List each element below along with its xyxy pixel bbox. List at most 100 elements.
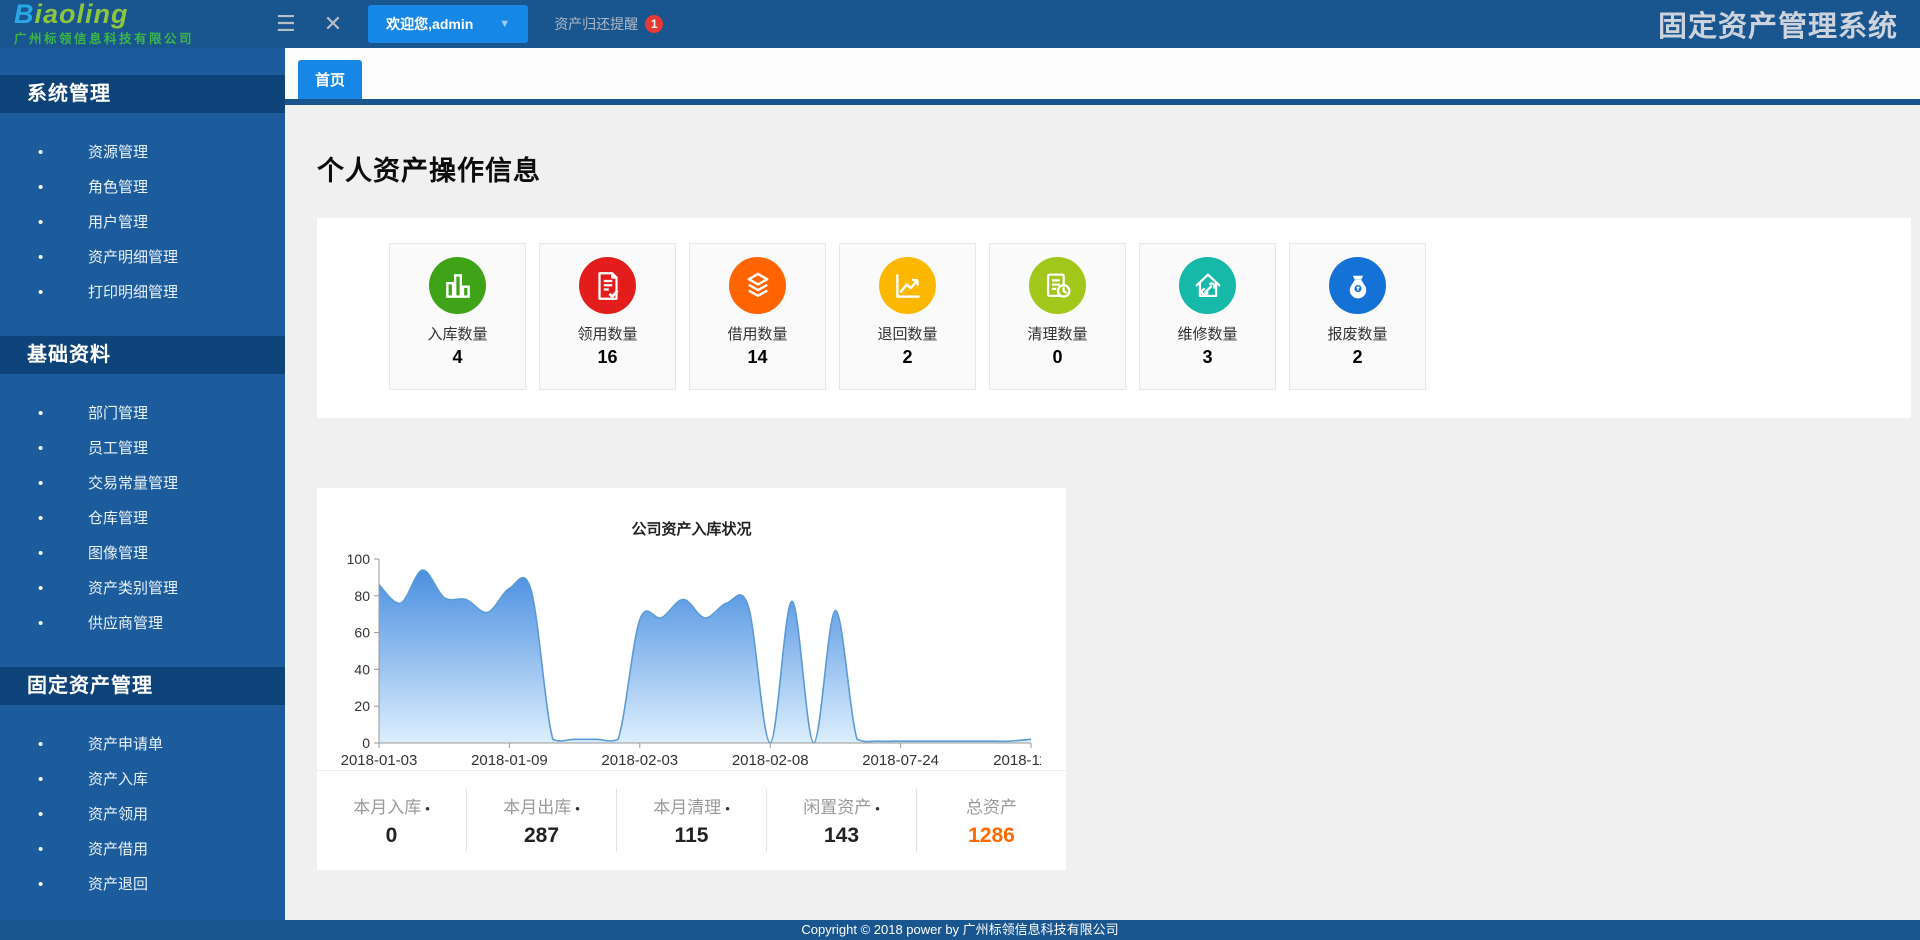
tab-home[interactable]: 首页 [298, 60, 362, 99]
bullet-icon: • [38, 727, 46, 762]
stat-card-入库数量[interactable]: 入库数量 4 [389, 243, 526, 390]
sidebar-item-资产领用[interactable]: •资产领用 [0, 797, 285, 832]
chevron-down-icon: ▼ [499, 18, 510, 30]
stat-card-value: 2 [1290, 347, 1425, 368]
stat-card-退回数量[interactable]: 退回数量 2 [839, 243, 976, 390]
stat-card-label: 借用数量 [690, 323, 825, 344]
stat-card-value: 16 [540, 347, 675, 368]
dot-icon: • [725, 801, 730, 816]
bullet-icon: • [38, 205, 46, 240]
bullet-icon: • [38, 431, 46, 466]
sidebar-item-员工管理[interactable]: •员工管理 [0, 431, 285, 466]
chart-panel: 公司资产入库状况 0204060801002018-01-032018-01-0… [317, 488, 1066, 870]
sidebar-section-items: •资源管理•角色管理•用户管理•资产明细管理•打印明细管理 [0, 113, 285, 336]
stat-card-value: 14 [690, 347, 825, 368]
svg-text:0: 0 [362, 735, 370, 751]
sidebar-nav: 系统管理•资源管理•角色管理•用户管理•资产明细管理•打印明细管理基础资料•部门… [0, 48, 285, 920]
summary-label: 总资产 [966, 793, 1017, 818]
stat-card-value: 4 [390, 347, 525, 368]
bullet-icon: • [38, 466, 46, 501]
company-logo: Biaoling 广州标领信息科技有限公司 [0, 1, 262, 47]
stat-card-value: 2 [840, 347, 975, 368]
sidebar-item-资源管理[interactable]: •资源管理 [0, 135, 285, 170]
summary-value: 1286 [968, 824, 1015, 848]
summary-value: 143 [824, 824, 859, 848]
sidebar-item-资产类别管理[interactable]: •资产类别管理 [0, 571, 285, 606]
summary-stat-闲置资产: 闲置资产• 143 [767, 789, 917, 852]
stat-card-清理数量[interactable]: 清理数量 0 [989, 243, 1126, 390]
bullet-icon: • [38, 571, 46, 606]
asset-return-reminder[interactable]: 资产归还提醒 1 [554, 14, 663, 34]
sidebar-item-部门管理[interactable]: •部门管理 [0, 396, 285, 431]
sidebar-item-交易常量管理[interactable]: •交易常量管理 [0, 466, 285, 501]
svg-text:40: 40 [354, 661, 370, 677]
logo-text: Biaoling [14, 1, 262, 27]
sidebar-item-资产入库[interactable]: •资产入库 [0, 762, 285, 797]
app-title: 固定资产管理系统 [1658, 3, 1898, 45]
sidebar-section-items: •部门管理•员工管理•交易常量管理•仓库管理•图像管理•资产类别管理•供应商管理 [0, 374, 285, 667]
layers-icon [729, 257, 786, 314]
money-bag-icon [1329, 257, 1386, 314]
sidebar-item-资产借用[interactable]: •资产借用 [0, 832, 285, 867]
area-chart: 0204060801002018-01-032018-01-092018-02-… [331, 545, 1066, 782]
summary-stat-本月清理: 本月清理• 115 [617, 789, 767, 852]
bar-chart-icon [429, 257, 486, 314]
bullet-icon: • [38, 536, 46, 571]
summary-stat-总资产: 总资产 1286 [917, 789, 1066, 852]
bullet-icon: • [38, 867, 46, 902]
dot-icon: • [425, 801, 430, 816]
sidebar-section-items: •资产申请单•资产入库•资产领用•资产借用•资产退回 [0, 705, 285, 920]
sidebar-item-资产申请单[interactable]: •资产申请单 [0, 727, 285, 762]
summary-label: 本月出库• [503, 793, 580, 818]
svg-text:2018-02-03: 2018-02-03 [601, 752, 678, 769]
stat-card-value: 0 [990, 347, 1125, 368]
summary-value: 115 [675, 824, 709, 848]
sidebar-item-仓库管理[interactable]: •仓库管理 [0, 501, 285, 536]
house-wrench-icon [1179, 257, 1236, 314]
menu-hamburger-icon[interactable]: ☰ [276, 11, 296, 37]
svg-text:100: 100 [347, 551, 371, 567]
svg-text:2018-02-08: 2018-02-08 [732, 752, 809, 769]
close-icon[interactable]: ✕ [324, 11, 342, 37]
bullet-icon: • [38, 135, 46, 170]
bullet-icon: • [38, 797, 46, 832]
stat-card-领用数量[interactable]: 领用数量16 [539, 243, 676, 390]
sidebar-item-用户管理[interactable]: •用户管理 [0, 205, 285, 240]
bullet-icon: • [38, 170, 46, 205]
bullet-icon: • [38, 606, 46, 641]
stat-card-label: 退回数量 [840, 323, 975, 344]
sidebar-section-title-1: 基础资料 [0, 336, 285, 374]
sidebar-item-图像管理[interactable]: •图像管理 [0, 536, 285, 571]
svg-text:2018-01-09: 2018-01-09 [471, 752, 548, 769]
bullet-icon: • [38, 396, 46, 431]
svg-text:2018-11-06: 2018-11-06 [993, 752, 1041, 769]
welcome-admin-dropdown[interactable]: 欢迎您,admin ▼ [368, 5, 528, 43]
stat-card-label: 清理数量 [990, 323, 1125, 344]
stat-card-label: 入库数量 [390, 323, 525, 344]
dot-icon: • [575, 801, 580, 816]
svg-text:80: 80 [354, 588, 370, 604]
summary-label: 闲置资产• [803, 793, 880, 818]
summary-stats-row: 本月入库•0本月出库•287本月清理•115闲置资产•143总资产1286 [317, 770, 1066, 870]
trend-chart-icon [879, 257, 936, 314]
document-check-icon [579, 257, 636, 314]
welcome-admin-label: 欢迎您,admin [386, 14, 473, 34]
sidebar-item-资产明细管理[interactable]: •资产明细管理 [0, 240, 285, 275]
bullet-icon: • [38, 275, 46, 310]
summary-label: 本月清理• [653, 793, 730, 818]
document-clock-icon [1029, 257, 1086, 314]
sidebar-item-供应商管理[interactable]: •供应商管理 [0, 606, 285, 641]
sidebar-section-title-2: 固定资产管理 [0, 667, 285, 705]
stat-card-value: 3 [1140, 347, 1275, 368]
sidebar-item-角色管理[interactable]: •角色管理 [0, 170, 285, 205]
footer-copyright: Copyright © 2018 power by 广州标领信息科技有限公司 [0, 920, 1920, 940]
stat-card-报废数量[interactable]: 报废数量2 [1289, 243, 1426, 390]
sidebar-item-资产退回[interactable]: •资产退回 [0, 867, 285, 902]
summary-stat-本月出库: 本月出库•287 [467, 789, 617, 852]
main-content: 个人资产操作信息 入库数量4领用数量16借用数量14退回数量2清理数量0维修数量… [285, 105, 1920, 920]
stat-card-借用数量[interactable]: 借用数量 14 [689, 243, 826, 390]
bullet-icon: • [38, 762, 46, 797]
sidebar-item-打印明细管理[interactable]: •打印明细管理 [0, 275, 285, 310]
stat-cards-panel: 入库数量 4 领用数量16 借用数量 14 退回数量 2 清理数量 0 维修数量3报废数量2 [317, 218, 1911, 418]
stat-card-维修数量[interactable]: 维修数量3 [1139, 243, 1276, 390]
